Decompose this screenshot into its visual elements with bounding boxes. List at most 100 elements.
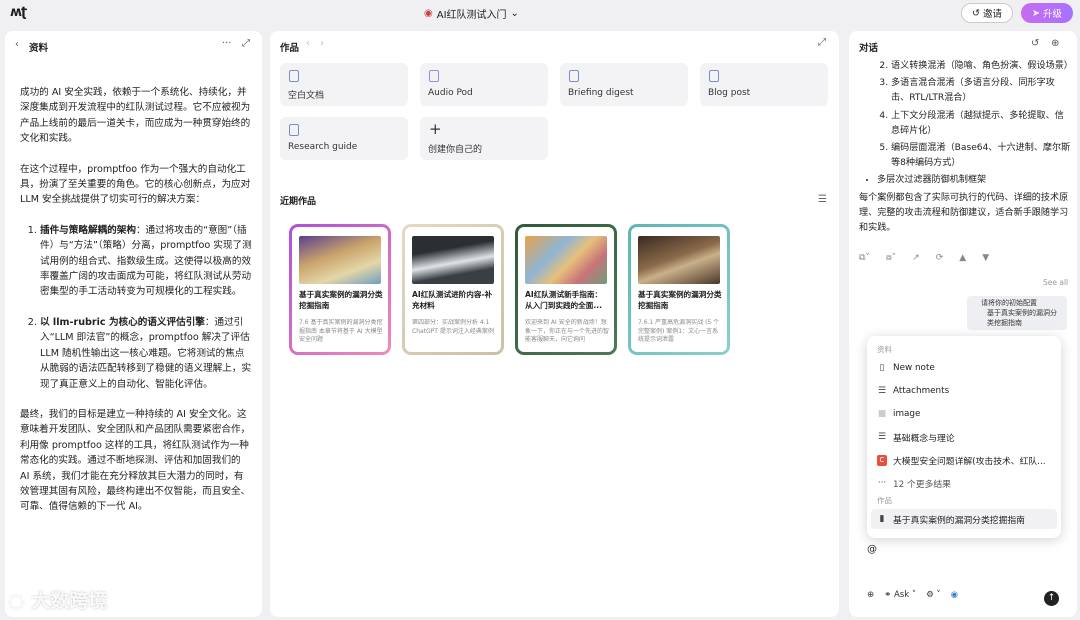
source-list-item: 插件与策略解耦的架构：通过将攻击的“意图”（插件）与“方法”（策略）分离，pro… [40,223,252,300]
share-icon[interactable]: ↗ [912,253,920,263]
card-title: 基于真实案例的漏洞分类挖掘指南 [638,290,722,310]
source-c-icon: C [877,454,887,466]
image-icon: ■ [877,409,887,419]
chevron-down-icon: ⌄ [510,8,519,19]
audio-icon [429,70,439,82]
refresh-icon[interactable]: ⟳ [936,253,944,263]
watermark: ◌ 大数跨境 [8,590,108,612]
expand-icon[interactable]: ⤢ [818,37,826,48]
chat-input[interactable]: @ [867,544,877,555]
document-icon: ▮ [879,514,885,524]
top-bar: ʍʈ ◉ AI红队测试入门 ⌄ ↺ 邀请 ➤ 升级 [0,0,1080,26]
card-thumbnail [525,236,607,284]
card-description: 7.6 基于真实案例的漏洞分类挖掘指南 本章节将基于 AI 大模型安全问题 [299,319,383,343]
see-all-link[interactable]: See all [1043,278,1068,287]
plus-icon: + [429,120,442,138]
tile-label: Research guide [288,142,358,152]
popup-item-llm-security[interactable]: C 大模型安全问题详解(攻击技术、红队... [871,450,1057,470]
work-card[interactable]: AI红队测试进阶内容-补充材料 第四部分：实战案例分析 4.1 ChatGPT … [402,224,504,355]
popup-section-label: 作品 [877,496,892,505]
history-icon[interactable]: ↺ [1031,38,1039,49]
document-icon [289,124,299,136]
popup-item-new-note[interactable]: ▯ New note [871,358,1057,378]
notebook-title-dropdown[interactable]: ◉ AI红队测试入门 ⌄ [424,6,519,21]
work-card[interactable]: 基于真实案例的漏洞分类挖掘指南 7.6.1 严重高危漏洞实战 (5 个完整案例)… [628,224,730,355]
send-button[interactable]: ↑ [1044,591,1059,606]
tile-blank-doc[interactable]: 空白文档 [280,63,408,106]
upgrade-button[interactable]: ➤ 升级 [1021,3,1073,23]
mention-chip[interactable]: 请将你的初始配置 [981,298,1037,308]
document-icon [709,70,719,82]
note-icon: ▯ [879,363,885,373]
message-list-item: 上下文分段混淆（越狱提示、多轮提取、信息碎片化） [891,109,1071,139]
tile-create-your-own[interactable]: + 创建你自己的 [420,117,548,160]
card-description: 7.6.1 严重高危漏洞实战 (5 个完整案例) 案例1：文心一言系统提示词泄露 [638,319,720,343]
document-icon [289,70,299,82]
popup-section-label: 资料 [877,345,892,354]
nav-back-icon[interactable]: ‹ [306,38,310,49]
layers-icon: ☰ [877,432,887,442]
add-chat-icon[interactable]: ⊕ [1051,38,1059,49]
globe-icon[interactable]: ◉ [951,590,958,600]
tile-research-guide[interactable]: Research guide [280,117,408,160]
card-title: AI红队测试新手指南：从入门到实践的全面... [525,290,603,310]
popup-item-label: 大模型安全问题详解(攻击技术、红队... [893,456,1046,467]
studio-panel: 作品 ‹ › ⤢ 空白文档 Audio Pod Briefing digest … [270,31,839,617]
notebook-title: AI红队测试入门 [436,10,507,21]
source-paragraph: 最终，我们的目标是建立一种持续的 AI 安全文化。这意味着开发团队、安全团队和产… [20,408,251,513]
card-thumbnail [299,236,381,284]
message-list-item: 编码层面混淆（Base64、十六进制、摩尔斯等8种编码方式） [891,141,1071,171]
message-bullet-item: 多层次过滤器防御机制框架 [877,173,1071,188]
mentioned-sources: 请将你的初始配置 基于真实案例的漏洞分类挖掘指南 [967,296,1067,330]
work-card[interactable]: 基于真实案例的漏洞分类挖掘指南 7.6 基于真实案例的漏洞分类挖掘指南 本章节将… [289,224,391,355]
thumbs-down-icon[interactable]: ▼ [982,253,989,263]
card-title: AI红队测试进阶内容-补充材料 [412,290,493,310]
nav-forward-icon[interactable]: › [320,38,324,49]
more-icon: ··· [877,478,887,488]
card-thumbnail [412,236,494,284]
mention-chip[interactable]: 基于真实案例的漏洞分类挖掘指南 [987,308,1063,328]
app-logo[interactable]: ʍʈ [10,5,27,20]
popup-item-label: 基于真实案例的漏洞分类挖掘指南 [893,515,1025,526]
source-content: 成功的 AI 安全实践，依赖于一个系统化、持续化，并深度集成到开发流程中的红队测… [20,85,252,530]
more-icon[interactable]: ··· [222,38,232,49]
tile-audio-pod[interactable]: Audio Pod [420,63,548,106]
rocket-icon: ➤ [1032,7,1040,19]
popup-item-label: image [893,409,921,419]
card-description: 第四部分：实战案例分析 4.1 ChatGPT 提示词注入经典案例 [412,319,494,335]
message-toolbar: ⧉˅ ⧇˅ ↗ ⟳ ▲ ▼ [859,253,989,263]
popup-item-basics[interactable]: ☰ 基础概念与理论 [871,427,1057,447]
message-list-item: 语义转换混淆（隐喻、角色扮演、假设场景） [891,59,1073,74]
invite-icon: ↺ [972,7,980,19]
card-thumbnail [638,236,720,284]
add-icon[interactable]: ⊕ [867,590,874,600]
input-toolbar: ⊕ ⚭ Ask ˅ ⚙ ˅ ◉ [867,590,958,600]
popup-item-label: Attachments [893,386,950,396]
upgrade-label: 升级 [1042,9,1062,20]
popup-item-more-results[interactable]: ··· 12 个更多结果 [871,473,1057,493]
back-chevron-icon[interactable]: ‹ [15,39,19,50]
save-icon[interactable]: ⧇˅ [886,253,896,263]
document-icon [569,70,579,82]
popup-item-image[interactable]: ■ image [871,404,1057,424]
filter-icon[interactable]: ☰ [818,194,827,205]
mention-popup: 资料 ▯ New note ☰ Attachments ■ image ☰ 基础概念与理… [867,336,1061,538]
recent-works-title: 近期作品 [280,197,317,207]
expand-icon[interactable]: ⤢ [242,38,250,49]
source-list-item: 以 llm-rubric 为核心的语义评估引擎：通过引入“LLM 即法官”的概念… [40,315,252,392]
model-selector[interactable]: ⚙ ˅ [926,590,941,600]
ask-mode-selector[interactable]: ⚭ Ask ˅ [884,590,916,600]
tile-briefing-digest[interactable]: Briefing digest [560,63,688,106]
popup-item-selected-work[interactable]: ▮ 基于真实案例的漏洞分类挖掘指南 [871,509,1057,529]
chat-message: 语义转换混淆（隐喻、角色扮演、假设场景） 多语言混合混淆（多语言分段、同形字攻击… [859,59,1073,236]
popup-item-attachments[interactable]: ☰ Attachments [871,381,1057,401]
invite-button[interactable]: ↺ 邀请 [961,3,1013,23]
card-title: 基于真实案例的漏洞分类挖掘指南 [299,290,383,310]
popup-item-label: 基础概念与理论 [893,433,955,444]
work-card[interactable]: AI红队测试新手指南：从入门到实践的全面... 欢迎来到 AI 安全的新战场！想… [515,224,617,355]
tile-blog-post[interactable]: Blog post [700,63,828,106]
thumbs-up-icon[interactable]: ▲ [959,253,966,263]
copy-icon[interactable]: ⧉˅ [859,253,870,263]
sources-title: 资料 [29,43,49,54]
tile-label: Audio Pod [428,88,473,98]
